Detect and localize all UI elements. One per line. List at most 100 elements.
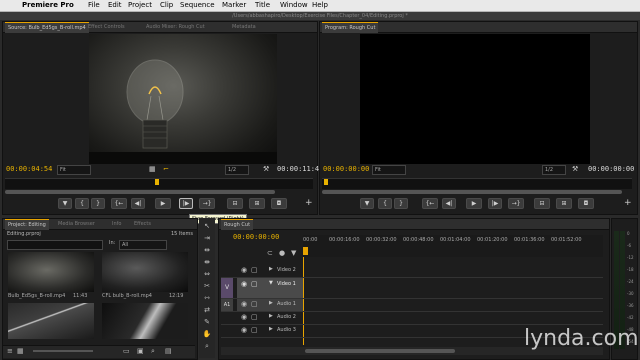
timeline-scroll-thumb[interactable] [305, 349, 455, 353]
menu-sequence[interactable]: Sequence [180, 0, 215, 11]
tab-project[interactable]: Project: Editing [5, 219, 49, 230]
lock-icon[interactable]: ▢ [251, 300, 258, 308]
lock-icon[interactable]: ▢ [251, 266, 258, 274]
mark-out-button[interactable]: } [91, 198, 105, 209]
menu-help[interactable]: Help [312, 0, 328, 11]
list-view-icon[interactable]: ≡ [7, 347, 13, 355]
tab-effects[interactable]: Effects [131, 219, 154, 229]
menu-edit[interactable]: Edit [108, 0, 122, 11]
program-wrench-icon[interactable]: ⚒ [572, 165, 578, 173]
lock-icon[interactable]: ▢ [251, 280, 258, 288]
timeline-playhead[interactable] [303, 247, 308, 255]
track-expand-icon[interactable]: ▼ [269, 280, 273, 286]
tab-source[interactable]: Source: Bulb_Ed5gs_B-roll.mp4 [5, 22, 89, 33]
program-mark-in-button[interactable]: { [378, 198, 392, 209]
step-forward-button[interactable]: |▶ [179, 198, 193, 209]
thumbnail-size-slider[interactable] [33, 350, 93, 352]
source-time-ruler[interactable] [5, 178, 313, 189]
zoom-tool-icon[interactable]: ⌕ [202, 342, 212, 351]
clip-thumbnail-4[interactable] [102, 303, 188, 339]
eye-icon[interactable]: ◉ [241, 280, 247, 288]
program-step-forward-button[interactable]: |▶ [488, 198, 502, 209]
source-resolution-select[interactable]: 1/2 [225, 165, 249, 175]
rolling-edit-tool-icon[interactable]: ⇼ [202, 258, 212, 267]
insert-button[interactable]: ⊟ [227, 198, 243, 209]
marker-icon[interactable]: ▼ [291, 249, 296, 257]
track-expand-icon[interactable]: ▶ [269, 313, 273, 319]
track-expand-icon[interactable]: ▶ [269, 300, 273, 306]
program-zoom-select[interactable]: Fit [372, 165, 406, 175]
clip-thumbnail-3[interactable] [8, 303, 94, 339]
play-button[interactable]: ▶ [155, 198, 171, 209]
marker-in-icon[interactable]: ⌐ [163, 165, 169, 173]
track-expand-icon[interactable]: ▶ [269, 266, 273, 272]
program-current-timecode[interactable]: 00:00:00:00 [323, 165, 369, 173]
app-menu[interactable]: Premiere Pro [22, 0, 74, 11]
source-current-timecode[interactable]: 00:00:04:54 [6, 165, 52, 173]
tab-audio-mixer[interactable]: Audio Mixer: Rough Cut [143, 22, 208, 32]
new-bin-icon[interactable]: ▭ [123, 347, 130, 355]
extract-button[interactable]: ⊞ [556, 198, 572, 209]
timeline-current-timecode[interactable]: 00:00:00:00 [233, 233, 279, 241]
add-marker-button[interactable]: ▼ [58, 198, 72, 209]
tab-media-browser[interactable]: Media Browser [55, 219, 98, 229]
program-mark-out-button[interactable]: } [394, 198, 408, 209]
add-button-icon[interactable]: + [305, 198, 313, 208]
source-playhead[interactable] [155, 179, 159, 185]
go-to-in-button[interactable]: {← [111, 198, 127, 209]
ripple-edit-tool-icon[interactable]: ⇹ [202, 246, 212, 255]
program-resolution-select[interactable]: 1/2 [542, 165, 566, 175]
razor-tool-icon[interactable]: ✂ [202, 282, 212, 291]
snap-icon[interactable]: ⊂ [267, 249, 273, 257]
program-go-to-out-button[interactable]: →} [508, 198, 524, 209]
menu-clip[interactable]: Clip [160, 0, 173, 11]
pen-tool-icon[interactable]: ✎ [202, 318, 212, 327]
safe-margins-icon[interactable]: ▦ [149, 165, 156, 173]
tab-info[interactable]: Info [109, 219, 124, 229]
clip-thumbnail-cfl[interactable] [102, 252, 188, 292]
icon-view-icon[interactable]: ▦ [17, 347, 24, 355]
go-to-out-button[interactable]: →} [199, 198, 215, 209]
trash-icon[interactable]: ▤ [165, 347, 172, 355]
speaker-icon[interactable]: ◉ [241, 326, 247, 334]
clip-thumbnail-bulb[interactable] [8, 252, 94, 292]
tab-program[interactable]: Program: Rough Cut [322, 22, 379, 33]
timeline-ruler[interactable]: 00:00 00:00:16:00 00:00:32:00 00:00:48:0… [303, 235, 603, 257]
menu-file[interactable]: File [88, 0, 100, 11]
source-patch-v[interactable]: V [221, 278, 233, 298]
program-step-back-button[interactable]: ◀| [442, 198, 456, 209]
source-zoom-select[interactable]: Fit [57, 165, 91, 175]
tab-metadata[interactable]: Metadata [229, 22, 259, 32]
in-filter-select[interactable]: All [119, 240, 167, 250]
program-zoom-scrollbar[interactable] [322, 190, 622, 194]
tab-effect-controls[interactable]: Effect Controls [85, 22, 128, 32]
slip-tool-icon[interactable]: ⇿ [202, 294, 212, 303]
source-patch-a1[interactable]: A1 [221, 299, 233, 311]
menu-marker[interactable]: Marker [222, 0, 246, 11]
track-select-tool-icon[interactable]: ⇥ [202, 234, 212, 243]
eye-icon[interactable]: ◉ [241, 266, 247, 274]
menu-title[interactable]: Title [255, 0, 270, 11]
lift-button[interactable]: ⊟ [534, 198, 550, 209]
program-playhead[interactable] [324, 179, 328, 185]
speaker-icon[interactable]: ◉ [241, 313, 247, 321]
new-item-icon[interactable]: ▣ [137, 347, 144, 355]
tab-sequence[interactable]: Rough Cut [221, 219, 254, 230]
source-zoom-scrollbar[interactable] [5, 190, 275, 194]
menu-window[interactable]: Window [280, 0, 308, 11]
program-export-frame-button[interactable]: ◘ [578, 198, 594, 209]
export-frame-button[interactable]: ◘ [271, 198, 287, 209]
program-play-button[interactable]: ▶ [466, 198, 482, 209]
step-back-button[interactable]: ◀| [131, 198, 145, 209]
program-go-to-in-button[interactable]: {← [422, 198, 438, 209]
hand-tool-icon[interactable]: ✋ [202, 330, 212, 339]
menu-project[interactable]: Project [128, 0, 152, 11]
find-icon[interactable]: ⌕ [151, 347, 155, 356]
add-marker-icon[interactable]: ● [279, 249, 285, 257]
program-add-button-icon[interactable]: + [624, 198, 632, 208]
mark-in-button[interactable]: { [75, 198, 89, 209]
rate-stretch-tool-icon[interactable]: ⇔ [202, 270, 212, 279]
project-search-input[interactable] [7, 240, 103, 250]
selection-tool-icon[interactable]: ↖ [202, 222, 212, 231]
program-time-ruler[interactable] [322, 178, 632, 189]
